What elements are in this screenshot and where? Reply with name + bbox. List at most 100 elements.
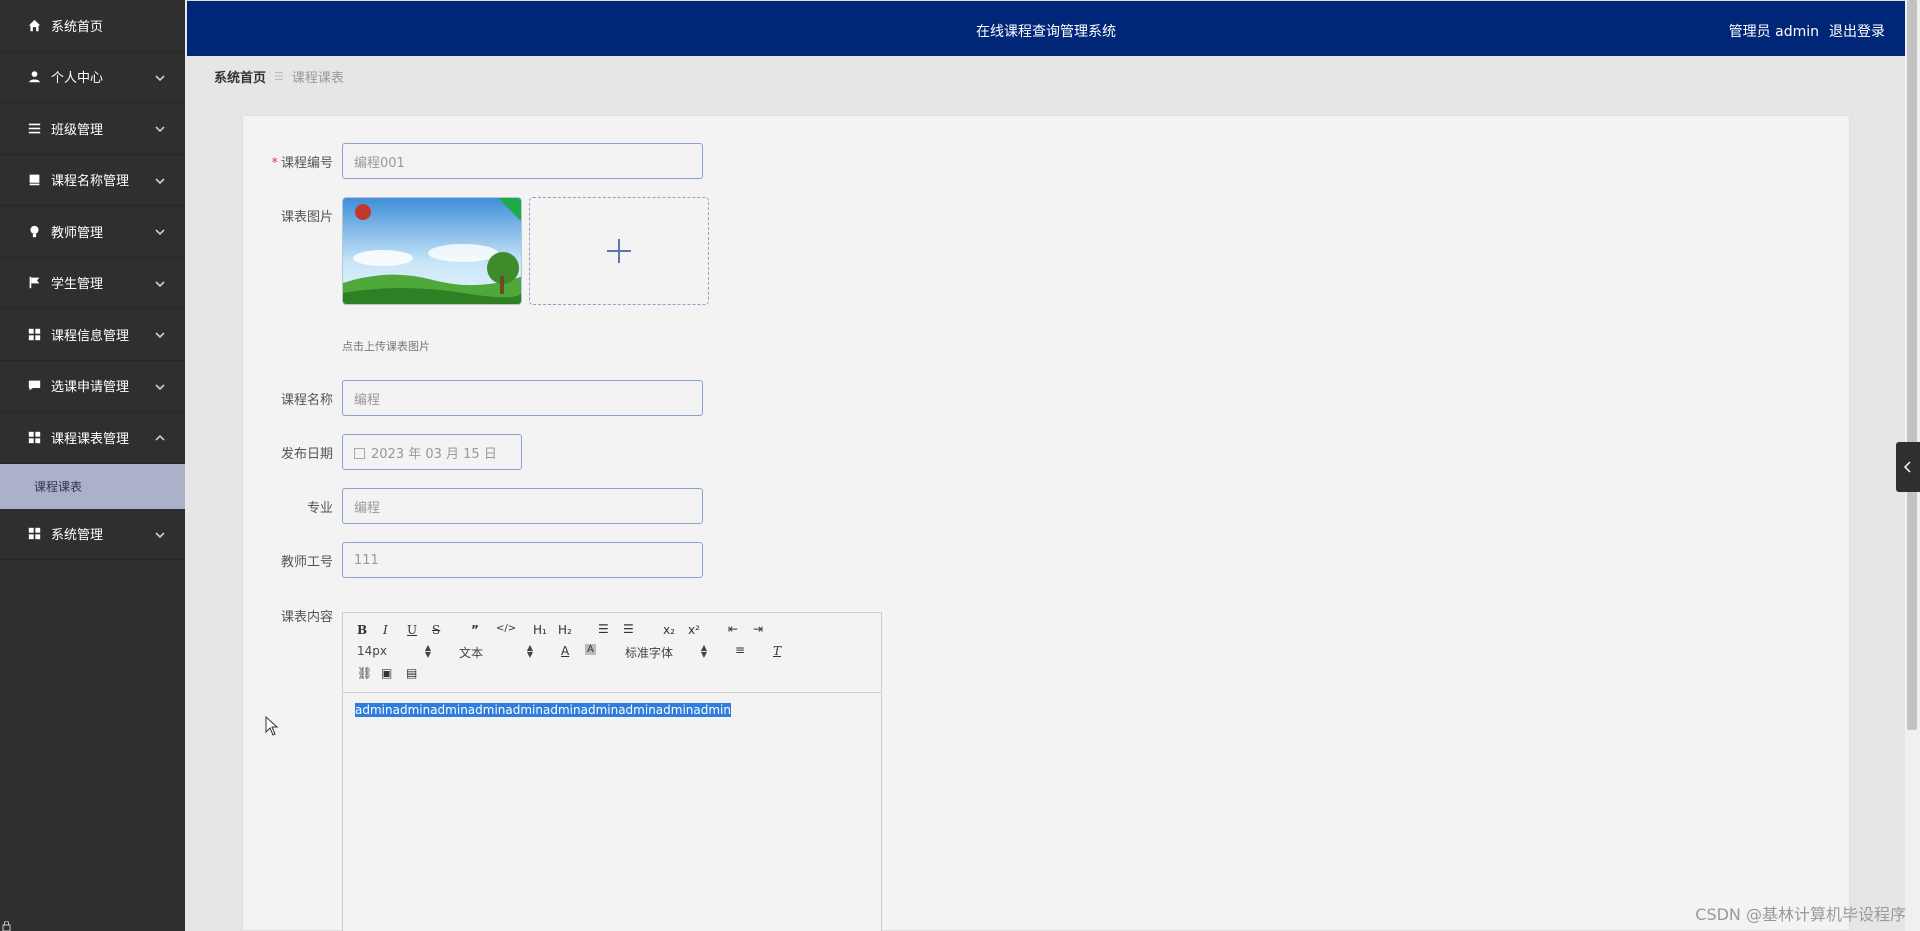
sidebar-item-label: 课程课表管理 bbox=[51, 431, 130, 447]
editor-selected-text: adminadminadminadminadminadminadminadmin… bbox=[355, 703, 731, 717]
publish-date-value: 2023 年 03 月 15 日 bbox=[371, 446, 497, 462]
flag-icon bbox=[27, 276, 41, 290]
subscript-icon[interactable]: x₂ bbox=[663, 623, 675, 637]
header-user-area: 管理员 admin 退出登录 bbox=[1729, 21, 1885, 41]
image-icon[interactable]: ▣ bbox=[381, 666, 392, 680]
plus-icon bbox=[607, 239, 631, 263]
current-user[interactable]: 管理员 admin bbox=[1729, 21, 1819, 41]
course-name-input[interactable]: 编程 bbox=[342, 380, 703, 416]
chevron-left-icon bbox=[1903, 461, 1911, 473]
breadcrumb-current: 课程课表 bbox=[291, 71, 344, 86]
content-label: 课表内容 bbox=[280, 610, 333, 625]
top-header: 在线课程查询管理系统 管理员 admin 退出登录 bbox=[187, 0, 1905, 56]
sidebar-subitem-course-schedule[interactable]: 课程课表 bbox=[0, 463, 185, 509]
home-icon bbox=[27, 18, 41, 32]
chevron-down-icon bbox=[155, 529, 165, 539]
grid-icon bbox=[27, 327, 41, 341]
lightbulb-icon bbox=[27, 224, 41, 238]
font-color-icon[interactable]: A bbox=[561, 644, 569, 658]
sidebar-item-label: 课程信息管理 bbox=[51, 328, 130, 344]
mouse-cursor-icon bbox=[265, 716, 279, 736]
sidebar-item-class-management[interactable]: 班级管理 bbox=[0, 103, 185, 155]
course-no-label: * 课程编号 bbox=[271, 156, 333, 171]
chevron-down-icon bbox=[155, 226, 165, 236]
major-label: 专业 bbox=[306, 501, 333, 516]
align-icon[interactable]: ≡ bbox=[735, 643, 745, 657]
sidebar-item-course-name-management[interactable]: 课程名称管理 bbox=[0, 155, 185, 206]
blockquote-icon[interactable]: ” bbox=[471, 623, 479, 637]
chevron-down-icon bbox=[155, 123, 165, 133]
select-arrow-icon: ▲ ▼ bbox=[424, 643, 431, 659]
teacher-no-label: 教师工号 bbox=[280, 555, 333, 570]
sidebar-item-personal-center[interactable]: 个人中心 bbox=[0, 52, 185, 103]
editor-content[interactable]: adminadminadminadminadminadminadminadmin… bbox=[343, 693, 881, 727]
link-icon[interactable]: ⛓ bbox=[357, 666, 372, 680]
text-format-select[interactable]: 文本 ▲ ▼ bbox=[459, 644, 533, 661]
course-no-input[interactable]: 编程001 bbox=[342, 143, 703, 179]
strikethrough-icon[interactable]: S bbox=[432, 623, 440, 637]
sidebar-item-label: 学生管理 bbox=[51, 277, 104, 293]
schedule-image-label: 课表图片 bbox=[280, 210, 333, 225]
sidebar-subitem-label: 课程课表 bbox=[34, 479, 83, 494]
bullet-list-icon[interactable]: ☰ bbox=[623, 622, 634, 636]
sidebar-item-course-info-management[interactable]: 课程信息管理 bbox=[0, 309, 185, 361]
teacher-no-input[interactable]: 111 bbox=[342, 542, 703, 578]
book-icon bbox=[27, 173, 41, 187]
chevron-down-icon bbox=[155, 329, 165, 339]
indent-icon[interactable]: ⇥ bbox=[753, 622, 763, 636]
code-icon[interactable]: </> bbox=[496, 623, 516, 634]
collapse-panel-button[interactable] bbox=[1896, 442, 1920, 492]
sidebar-item-enrollment-management[interactable]: 选课申请管理 bbox=[0, 361, 185, 412]
bold-icon[interactable]: B bbox=[357, 623, 367, 637]
app-title: 在线课程查询管理系统 bbox=[976, 24, 1116, 40]
sidebar-item-teacher-management[interactable]: 教师管理 bbox=[0, 206, 185, 258]
chevron-down-icon bbox=[155, 278, 165, 288]
sidebar-item-student-management[interactable]: 学生管理 bbox=[0, 258, 185, 309]
chevron-up-icon bbox=[155, 432, 165, 442]
heading2-icon[interactable]: H₂ bbox=[558, 623, 572, 637]
list-icon bbox=[27, 121, 41, 135]
upload-add-button[interactable] bbox=[529, 197, 709, 305]
chevron-down-icon bbox=[155, 381, 165, 391]
breadcrumb-home[interactable]: 系统首页 bbox=[214, 67, 266, 86]
course-name-label: 课程名称 bbox=[280, 393, 333, 408]
rich-text-editor: B I U S ” </> H₁ H₂ ☰ ☰ x₂ x² ⇤ ⇥ 14px ▲ ▼… bbox=[342, 612, 882, 931]
heading1-icon[interactable]: H₁ bbox=[533, 623, 547, 637]
video-icon[interactable]: ▤ bbox=[406, 666, 417, 680]
outdent-icon[interactable]: ⇤ bbox=[728, 622, 738, 636]
sidebar-item-label: 选课申请管理 bbox=[51, 380, 130, 396]
italic-icon[interactable]: I bbox=[383, 623, 388, 637]
scrollbar-thumb[interactable] bbox=[1907, 0, 1917, 730]
sidebar-item-label: 课程名称管理 bbox=[51, 174, 130, 190]
breadcrumb-separator-icon: ☰ bbox=[274, 70, 284, 83]
lock-icon bbox=[2, 921, 11, 931]
ordered-list-icon[interactable]: ☰ bbox=[598, 622, 609, 636]
grid-icon bbox=[27, 527, 41, 541]
font-size-select[interactable]: 14px ▲ ▼ bbox=[357, 643, 431, 659]
chevron-down-icon bbox=[155, 175, 165, 185]
select-arrow-icon: ▲ ▼ bbox=[526, 643, 533, 659]
sidebar-item-label: 系统管理 bbox=[51, 528, 104, 544]
editor-toolbar: B I U S ” </> H₁ H₂ ☰ ☰ x₂ x² ⇤ ⇥ 14px ▲ ▼… bbox=[343, 613, 881, 693]
superscript-icon[interactable]: x² bbox=[688, 623, 700, 637]
breadcrumb: 系统首页 ☰ 课程课表 bbox=[214, 67, 344, 86]
sidebar-item-system-management[interactable]: 系统管理 bbox=[0, 509, 185, 560]
sidebar-item-label: 教师管理 bbox=[51, 225, 104, 241]
major-input[interactable]: 编程 bbox=[342, 488, 703, 524]
uploaded-image-thumbnail[interactable] bbox=[342, 197, 522, 305]
sidebar-item-label: 个人中心 bbox=[51, 71, 104, 87]
publish-date-picker[interactable]: 2023 年 03 月 15 日 bbox=[342, 434, 522, 470]
calendar-icon bbox=[354, 447, 365, 459]
background-color-icon[interactable]: A bbox=[585, 644, 596, 655]
logout-link[interactable]: 退出登录 bbox=[1829, 21, 1885, 41]
user-icon bbox=[27, 70, 41, 84]
sidebar-item-course-schedule-management[interactable]: 课程课表管理 bbox=[0, 412, 185, 464]
sidebar-item-label: 班级管理 bbox=[51, 122, 104, 138]
clear-format-icon[interactable]: T bbox=[773, 644, 781, 658]
upload-tip: 点击上传课表图片 bbox=[342, 340, 430, 353]
sidebar-item-home[interactable]: 系统首页 bbox=[0, 0, 185, 52]
font-family-select[interactable]: 标准字体 ▲ ▼ bbox=[625, 644, 707, 661]
sidebar: 系统首页 个人中心 班级管理 课程名称管理 教师管理 学生管理 课程信息管理 选… bbox=[0, 0, 185, 931]
underline-icon[interactable]: U bbox=[407, 623, 417, 637]
chevron-down-icon bbox=[155, 72, 165, 82]
